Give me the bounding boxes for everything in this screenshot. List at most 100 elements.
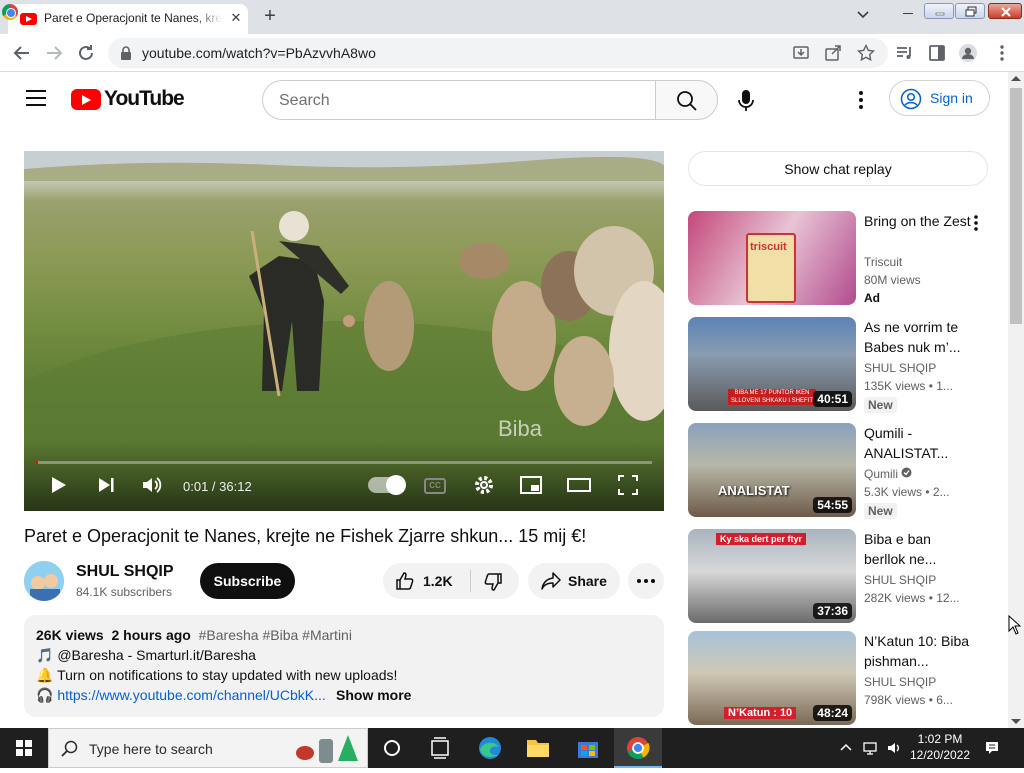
side-panel-icon[interactable] [927,43,947,63]
file-explorer-icon[interactable] [514,728,562,768]
recommendation-thumbnail[interactable]: N’Katun : 10 48:24 [688,631,856,725]
like-button[interactable]: 1.2K [383,563,469,599]
video-description[interactable]: 26K views 2 hours ago #Baresha #Biba #Ma… [24,615,664,717]
thumbnail-caption: ANALISTAT [718,483,790,498]
bookmark-star-icon[interactable] [856,43,876,62]
lock-icon[interactable] [120,46,132,60]
progress-bar[interactable] [36,461,652,464]
recommendation-title[interactable]: Qumili - ANALISTAT... [864,423,974,463]
autoplay-toggle[interactable] [368,475,406,495]
video-player[interactable]: Biba 0:01 / 36:12 CC [24,151,664,511]
recommendation-title[interactable]: N’Katun 10: Biba pishman... [864,631,974,671]
channel-link[interactable]: https://www.youtube.com/channel/UCbkK... [57,687,325,703]
recommendation-title[interactable]: Bring on the Zest [864,211,974,231]
recommendation-title[interactable]: As ne vorrim te Babes nuk m’... [864,317,974,357]
taskbar-search-box[interactable]: Type here to search [48,728,368,768]
recommendation-thumbnail[interactable]: triscuit [688,211,856,305]
back-button[interactable] [10,41,34,65]
notifications-icon[interactable] [984,740,1000,756]
recommendation-thumbnail[interactable]: Ky ska dert per ftyr 37:36 [688,529,856,623]
youtube-logo-icon[interactable] [71,89,101,110]
task-view-icon[interactable] [416,728,464,768]
window-close-button[interactable] [988,3,1022,19]
channel-avatar[interactable] [24,561,64,601]
recommendation-item[interactable]: ANALISTAT 54:55 Qumili - ANALISTAT... Qu… [688,423,1008,519]
tab-close-icon[interactable]: ✕ [228,10,244,26]
media-control-icon[interactable] [895,43,915,63]
new-tab-button[interactable]: + [259,5,281,27]
tab-search-chevron-icon[interactable] [852,4,874,26]
recommendation-thumbnail[interactable]: BIBA ME 17 PUNTOR IKEN SLLOVENI SHKAKU I… [688,317,856,411]
windows-start-button[interactable] [0,728,48,768]
window-restore-button[interactable] [955,3,985,19]
thumbnail-caption: BIBA ME 17 PUNTOR IKEN SLLOVENI SHKAKU I… [728,389,816,405]
search-box[interactable] [262,80,655,120]
hamburger-menu-icon[interactable] [26,90,46,106]
clock-time[interactable]: 1:02 PM [910,731,970,748]
volume-icon[interactable] [140,473,164,497]
description-line-2: Turn on notifications to stay updated wi… [57,667,398,683]
miniplayer-icon[interactable] [519,473,543,497]
show-chat-replay-button[interactable]: Show chat replay [688,151,988,186]
scroll-thumb[interactable] [1010,88,1022,324]
cortana-icon[interactable] [368,728,416,768]
subscriber-count: 84.1K subscribers [76,585,173,599]
new-badge: New [864,397,897,413]
show-more-button[interactable]: Show more [336,687,411,703]
browser-tab[interactable]: Paret e Operacjonit te Nanes, krejte ne … [8,4,248,34]
chrome-taskbar-icon[interactable] [614,728,662,768]
fullscreen-icon[interactable] [616,473,640,497]
forward-button[interactable] [42,41,66,65]
install-app-icon[interactable] [792,44,810,62]
dislike-button[interactable] [471,563,519,599]
clock-date[interactable]: 12/20/2022 [908,748,972,762]
recommendation-channel[interactable]: Triscuit [864,255,902,269]
recommendation-item[interactable]: BIBA ME 17 PUNTOR IKEN SLLOVENI SHKAKU I… [688,317,1008,413]
theater-mode-icon[interactable] [567,473,591,497]
profile-avatar-icon[interactable] [958,43,978,63]
play-icon[interactable] [46,473,70,497]
recommendation-channel[interactable]: SHUL SHQIP [864,573,936,587]
recommendation-more-icon[interactable] [970,213,982,233]
next-video-icon[interactable] [94,473,118,497]
bell-icon: 🔔 [36,667,54,683]
subscribe-button[interactable]: Subscribe [200,563,295,599]
scroll-up-arrow-icon[interactable] [1011,76,1021,81]
browser-menu-icon[interactable] [992,43,1012,63]
video-more-actions-icon[interactable] [628,563,664,599]
youtube-logo-text[interactable]: YouTube [104,87,185,111]
autoplay-play-icon [393,481,400,489]
edge-browser-icon[interactable] [466,728,514,768]
window-minimize-button[interactable] [924,3,954,19]
recommendation-channel[interactable]: SHUL SHQIP [864,675,936,689]
windows-taskbar: Type here to search 1:02 PM 12/20/2022 [0,728,1024,768]
search-input[interactable] [279,90,639,112]
network-icon[interactable] [862,740,878,756]
share-page-icon[interactable] [824,44,842,62]
recommendation-thumbnail[interactable]: ANALISTAT 54:55 [688,423,856,517]
voice-search-mic-icon[interactable] [726,80,766,120]
subtitles-button[interactable]: CC [424,478,446,494]
minimize-line [903,13,913,14]
channel-name[interactable]: SHUL SHQIP [76,563,174,581]
reload-button[interactable] [74,41,98,65]
volume-tray-icon[interactable] [886,740,902,756]
share-button[interactable]: Share [528,563,620,599]
recommendation-channel[interactable]: Qumili [864,467,912,481]
url-text[interactable]: youtube.com/watch?v=PbAzvvhA8wo [142,45,376,61]
hashtags[interactable]: #Baresha #Biba #Martini [199,627,352,643]
recommendation-title[interactable]: Biba e ban berllok ne... [864,529,974,569]
settings-gear-icon[interactable] [472,473,496,497]
recommendation-item[interactable]: triscuit Bring on the Zest Triscuit 80M … [688,211,1008,307]
sign-in-button[interactable]: Sign in [889,80,990,116]
settings-more-icon[interactable] [849,86,873,114]
tray-chevron-up-icon[interactable] [838,740,854,756]
upload-age: 2 hours ago [111,627,191,643]
search-button[interactable] [655,80,718,120]
recommendation-item[interactable]: N’Katun : 10 48:24 N’Katun 10: Biba pish… [688,631,1008,727]
recommendation-item[interactable]: Ky ska dert per ftyr 37:36 Biba e ban be… [688,529,1008,625]
scroll-down-arrow-icon[interactable] [1011,719,1021,724]
microsoft-store-icon[interactable] [564,728,612,768]
recommendation-channel[interactable]: SHUL SHQIP [864,361,936,375]
address-bar[interactable]: youtube.com/watch?v=PbAzvvhA8wo [108,38,888,68]
